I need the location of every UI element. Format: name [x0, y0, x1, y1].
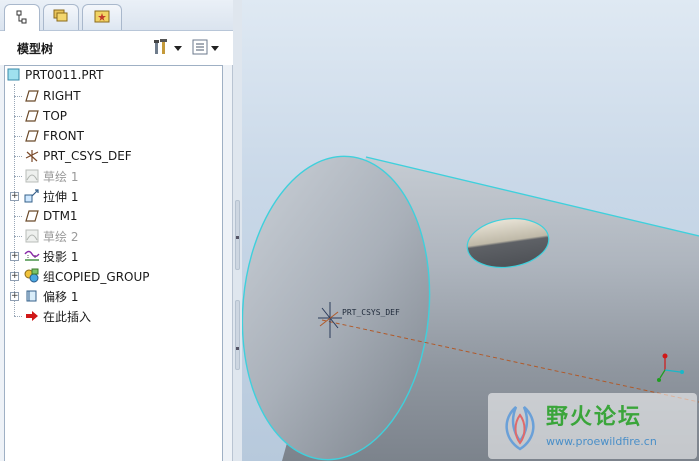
tree-item-label: RIGHT — [43, 89, 81, 103]
offset-icon — [24, 288, 40, 304]
tree-item-label: 偏移 1 — [43, 289, 79, 304]
model-tree-icon — [14, 9, 30, 28]
datum-plane-icon — [24, 88, 40, 104]
model-tree-header: 模型树 — [0, 31, 233, 65]
tree-connector — [14, 96, 22, 97]
tree-item-right[interactable]: RIGHT — [24, 87, 81, 105]
folder-browser-icon — [52, 8, 70, 27]
splitter-grip[interactable] — [235, 300, 240, 370]
expand-toggle[interactable]: + — [10, 252, 19, 261]
tree-connector — [14, 116, 22, 117]
tree-connector — [14, 316, 22, 317]
tree-item-sketch-1[interactable]: 草绘 1 — [24, 167, 78, 185]
tree-item-dtm1[interactable]: DTM1 — [24, 207, 78, 225]
insert-arrow-icon — [24, 308, 40, 324]
favorites-folder-icon — [93, 8, 111, 27]
model-render: PRT_CSYS_DEF — [242, 155, 699, 461]
tree-item-label: 草绘 1 — [43, 169, 79, 184]
splitter-dot — [236, 347, 239, 350]
tree-item-projection-1[interactable]: 投影 1 — [24, 247, 78, 265]
tree-item-label: DTM1 — [43, 209, 78, 223]
model-tree: PRT0011.PRT RIGHT TOP FRONT PRT_CSYS_DEF — [4, 65, 223, 461]
settings-dropdown-button[interactable] — [152, 37, 182, 59]
tree-item-front[interactable]: FRONT — [24, 127, 84, 145]
tree-item-label: 组COPIED_GROUP — [43, 269, 150, 284]
model-tree-title: 模型树 — [17, 42, 54, 56]
expand-toggle[interactable]: + — [10, 272, 19, 281]
tree-connector — [14, 176, 22, 177]
graphics-viewport[interactable]: PRT_CSYS_DEF 野火论坛 www.proewildfire.cn — [242, 0, 699, 461]
tree-connector — [14, 236, 22, 237]
expand-toggle[interactable]: + — [10, 192, 19, 201]
tree-item-copied-group[interactable]: 组COPIED_GROUP — [24, 267, 150, 285]
splitter-dot — [236, 236, 239, 239]
splitter-grip[interactable] — [235, 200, 240, 270]
navigator-panel: 模型树 PRT0011.PRT RIGHT TOP FRONT PRT_CSYS… — [0, 0, 233, 461]
tree-item-label: 草绘 2 — [43, 229, 79, 244]
chevron-down-icon — [174, 41, 182, 55]
extrude-icon — [24, 188, 40, 204]
tree-item-insert-here[interactable]: 在此插入 — [24, 307, 91, 325]
tree-item-extrude-1[interactable]: 拉伸 1 — [24, 187, 78, 205]
favorites-tab[interactable] — [82, 4, 122, 30]
tree-item-label: 拉伸 1 — [43, 189, 79, 204]
datum-plane-icon — [24, 208, 40, 224]
sketch-icon — [24, 228, 40, 244]
watermark: 野火论坛 www.proewildfire.cn — [488, 393, 697, 459]
datum-plane-icon — [24, 128, 40, 144]
tree-item-label: 在此插入 — [43, 309, 92, 324]
tree-item-csys[interactable]: PRT_CSYS_DEF — [24, 147, 132, 165]
tree-connector — [14, 216, 22, 217]
tree-item-offset-1[interactable]: 偏移 1 — [24, 287, 78, 305]
group-icon — [24, 268, 40, 284]
projection-icon — [24, 248, 40, 264]
tree-connector — [14, 156, 22, 157]
navigator-tabs — [0, 0, 233, 31]
tree-item-sketch-2[interactable]: 草绘 2 — [24, 227, 78, 245]
csys-label: PRT_CSYS_DEF — [342, 308, 400, 317]
csys-icon — [24, 148, 40, 164]
tree-item-label: FRONT — [43, 129, 84, 143]
tree-item-label: 投影 1 — [43, 249, 79, 264]
folder-browser-tab[interactable] — [43, 4, 79, 30]
tree-item-label: PRT_CSYS_DEF — [43, 149, 132, 163]
list-icon — [191, 38, 209, 59]
chevron-down-icon — [211, 41, 219, 55]
watermark-title: 野火论坛 — [546, 405, 643, 430]
model-tree-tab[interactable] — [4, 4, 40, 31]
tree-item-label: TOP — [43, 109, 68, 123]
tree-connector — [14, 136, 22, 137]
sketch-icon — [24, 168, 40, 184]
watermark-logo — [496, 399, 544, 456]
tools-icon — [152, 37, 172, 60]
show-dropdown-button[interactable] — [191, 37, 219, 59]
datum-plane-icon — [24, 108, 40, 124]
tree-item-top[interactable]: TOP — [24, 107, 67, 125]
tree-item-root-part[interactable]: PRT0011.PRT — [6, 66, 103, 84]
part-icon — [6, 67, 22, 83]
tree-item-label: PRT0011.PRT — [25, 68, 104, 82]
watermark-url: www.proewildfire.cn — [546, 435, 657, 448]
expand-toggle[interactable]: + — [10, 292, 19, 301]
